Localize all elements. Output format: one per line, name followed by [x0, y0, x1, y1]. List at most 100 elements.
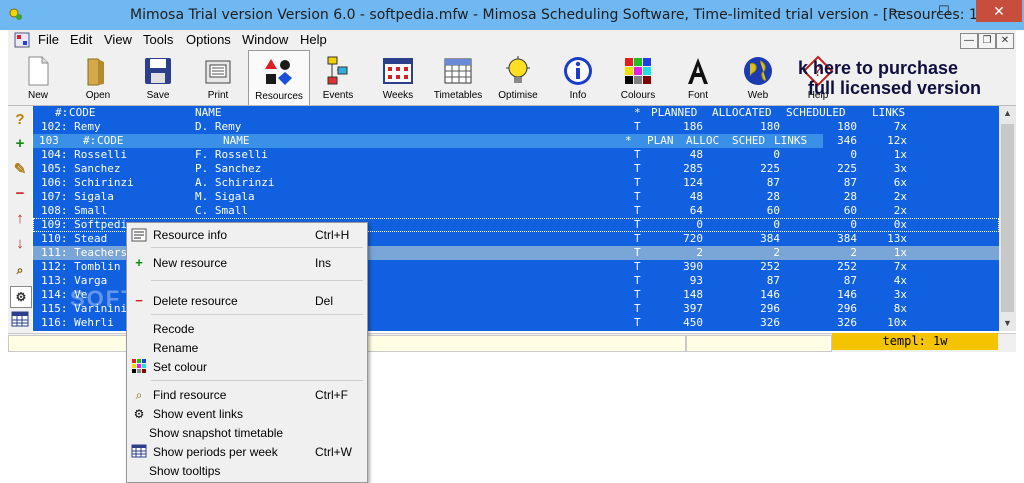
vertical-scrollbar[interactable]: ▲ ▼: [999, 106, 1016, 331]
menu-show-tooltips[interactable]: Show tooltips: [127, 462, 367, 480]
minimize-button[interactable]: —: [880, 0, 912, 22]
cell-code: 105: Sanchez: [41, 162, 121, 175]
header-planned[interactable]: PLANNED: [651, 106, 697, 119]
header2-plan: PLAN: [647, 134, 674, 147]
table-row[interactable]: 106: Schirinzi A. Schirinzi T 124 87 87 6x: [33, 176, 999, 190]
globe-icon: [744, 57, 772, 85]
menu-new-resource-label: New resource: [153, 256, 228, 270]
cell-name: P. Sanchez: [195, 162, 262, 175]
mdi-minimize-button[interactable]: —: [960, 33, 978, 49]
font-button[interactable]: Font: [668, 50, 728, 104]
cell-code: 112: Tomblin: [41, 260, 121, 273]
mdi-close-button[interactable]: ✕: [996, 33, 1014, 49]
cell-allocated: 384: [760, 232, 780, 245]
find-icon[interactable]: ⌕: [10, 260, 30, 280]
purchase-link[interactable]: k here to purchase full licensed version: [798, 58, 981, 98]
menu-show-event-links[interactable]: ⚙ Show event links: [127, 405, 367, 423]
info-button[interactable]: Info: [548, 50, 608, 104]
plus-icon: +: [135, 255, 143, 270]
cell-code: 107: Sigala: [41, 190, 114, 203]
cell-links: 8x: [893, 302, 907, 315]
weeks-button[interactable]: Weeks: [368, 50, 428, 104]
cell-code: 110: Stead: [41, 232, 108, 245]
floppy-disk-icon: [145, 58, 171, 84]
table-row[interactable]: 105: Sanchez P. Sanchez T 285 225 225 3x: [33, 162, 999, 176]
mimosa-app-icon[interactable]: [8, 7, 24, 23]
table-row[interactable]: 107: Sigala M. Sigala T 48 28 28 2x: [33, 190, 999, 204]
menu-show-tooltips-label: Show tooltips: [149, 464, 221, 478]
menu-show-snapshot-timetable[interactable]: Show snapshot timetable: [127, 424, 367, 442]
scroll-up-icon[interactable]: ▲: [999, 106, 1016, 121]
optimise-button[interactable]: Optimise: [488, 50, 548, 104]
save-button[interactable]: Save: [128, 50, 188, 104]
cell-scheduled: 87: [843, 176, 857, 189]
cell-allocated: 0: [773, 218, 780, 231]
maximize-button[interactable]: ☐: [928, 0, 960, 22]
purchase-line-2: full licensed version: [808, 78, 982, 98]
cell-scheduled: 2: [850, 246, 857, 259]
resources-button[interactable]: Resources: [248, 50, 310, 105]
cell-allocated: 252: [760, 260, 780, 273]
cell-scheduled: 346: [837, 134, 857, 147]
menu-show-periods-per-week[interactable]: Show periods per week Ctrl+W: [127, 443, 367, 461]
colours-button[interactable]: Colours: [608, 50, 668, 104]
question-icon[interactable]: ?: [10, 110, 30, 130]
table-row[interactable]: 104: Rosselli F. Rosselli T 48 0 0 1x: [33, 148, 999, 162]
open-button[interactable]: Open: [68, 50, 128, 104]
scroll-thumb[interactable]: [1001, 124, 1014, 312]
new-button[interactable]: New: [8, 50, 68, 104]
menu-set-colour[interactable]: Set colour: [127, 358, 367, 376]
floating-header: 103 #: CODE NAME * PLAN ALLOC SCHED LINK…: [33, 134, 823, 148]
menu-find-resource[interactable]: ⌕ Find resource Ctrl+F: [127, 386, 367, 404]
menu-delete-resource[interactable]: − Delete resource Del: [127, 292, 367, 310]
arrow-down-icon[interactable]: ↓: [10, 234, 30, 254]
menu-tools[interactable]: Tools: [143, 32, 173, 47]
links-icon[interactable]: ⚙: [10, 286, 32, 308]
document-icon[interactable]: [14, 32, 30, 48]
menu-new-resource[interactable]: + New resource Ins: [127, 254, 367, 272]
table-row[interactable]: 108: Small C. Small T 64 60 60 2x: [33, 204, 999, 218]
menu-window[interactable]: Window: [242, 32, 288, 47]
menu-options[interactable]: Options: [186, 32, 231, 47]
cell-allocated: 87: [766, 274, 780, 287]
menu-file[interactable]: File: [38, 32, 59, 47]
cell-code: 111: Teachers_: [41, 246, 134, 259]
menu-delete-resource-label: Delete resource: [153, 294, 238, 308]
print-label: Print: [207, 90, 229, 101]
menu-resource-info[interactable]: Resource info Ctrl+H: [127, 226, 367, 244]
events-button[interactable]: Events: [308, 50, 368, 104]
cell-allocated: 146: [760, 288, 780, 301]
cell-scheduled: 252: [837, 260, 857, 273]
menu-recode[interactable]: Recode: [127, 320, 367, 338]
events-flow-icon: [327, 56, 348, 85]
cell-name: C. Small: [195, 204, 248, 217]
menu-separator: [151, 380, 363, 381]
calendar-icon[interactable]: [10, 311, 30, 331]
scroll-down-icon[interactable]: ▼: [999, 316, 1016, 331]
print-button[interactable]: Print: [188, 50, 248, 104]
header-code[interactable]: CODE: [69, 106, 96, 119]
minus-icon[interactable]: −: [10, 184, 30, 204]
header-scheduled[interactable]: SCHEDULED: [786, 106, 846, 119]
close-button[interactable]: ✕: [976, 0, 1022, 22]
timetables-button[interactable]: Timetables: [428, 50, 488, 104]
title-bar: Mimosa Trial version Version 6.0 - softp…: [0, 0, 1024, 30]
header-links[interactable]: LINKS: [872, 106, 905, 119]
header-allocated[interactable]: ALLOCATED: [712, 106, 772, 119]
cell-links: 10x: [887, 316, 907, 329]
table-row[interactable]: 102: Remy D. Remy T 186 180 180 7x: [33, 120, 999, 134]
header-name[interactable]: NAME: [195, 106, 222, 119]
plus-icon[interactable]: +: [10, 134, 30, 154]
web-button[interactable]: Web: [728, 50, 788, 104]
grid-header: #: CODE NAME * PLANNED ALLOCATED SCHEDUL…: [33, 106, 999, 120]
cell-allocated: 2: [773, 246, 780, 259]
arrow-up-icon[interactable]: ↑: [10, 209, 30, 229]
header2-star: *: [625, 134, 632, 147]
pencil-icon[interactable]: ✎: [10, 160, 30, 180]
menu-help[interactable]: Help: [300, 32, 327, 47]
menu-rename[interactable]: Rename: [127, 339, 367, 357]
menu-edit[interactable]: Edit: [70, 32, 92, 47]
mdi-restore-button[interactable]: ❐: [978, 33, 996, 49]
menu-separator: [151, 280, 363, 281]
menu-view[interactable]: View: [104, 32, 132, 47]
